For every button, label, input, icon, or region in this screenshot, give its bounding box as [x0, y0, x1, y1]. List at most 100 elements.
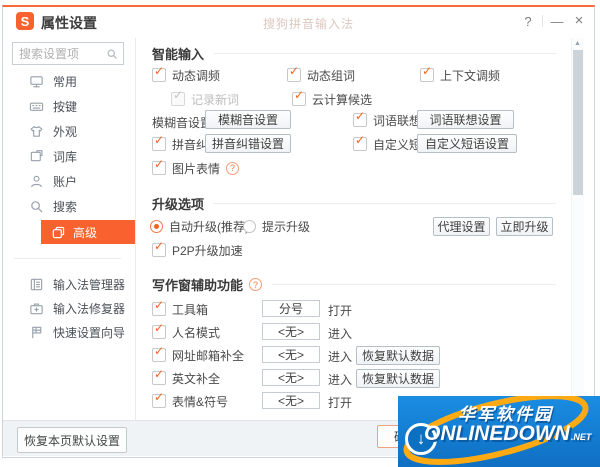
check-icon: ✓: [173, 88, 184, 102]
help-icon[interactable]: ?: [226, 161, 240, 175]
search-input[interactable]: [13, 46, 106, 61]
checkbox-label: 云计算候选: [312, 92, 373, 107]
check-icon: ✓: [154, 157, 165, 171]
checkbox-p2p-upgrade[interactable]: ✓ P2P升级加速: [152, 239, 243, 258]
hotkey-field-url-email[interactable]: <无>: [262, 346, 320, 363]
checkbox-box[interactable]: ✓: [287, 64, 301, 82]
hotkey-field-emoji[interactable]: <无>: [262, 392, 320, 409]
checkbox-label: 动态组词: [307, 68, 356, 83]
custom-phrase-settings-button[interactable]: 自定义短语设置: [417, 134, 517, 153]
section-rule: [272, 284, 556, 285]
checkbox-dynamic-word[interactable]: ✓ 动态组词: [287, 64, 356, 83]
sidebar-item-ime-manager[interactable]: 输入法管理器: [0, 272, 135, 296]
hotkey-field-english[interactable]: <无>: [262, 369, 320, 386]
checkbox-toolbox[interactable]: ✓ 工具箱: [152, 299, 208, 317]
checkbox-box[interactable]: ✓: [152, 391, 166, 408]
section-title: 智能输入: [152, 47, 205, 62]
checkbox-box[interactable]: ✓: [420, 65, 434, 82]
checkbox-context-freq[interactable]: ✓ 上下文调频: [420, 65, 501, 83]
checkbox-label: 词语联想: [373, 113, 422, 128]
section-writing-aids: 写作窗辅助功能 ?: [152, 275, 556, 294]
sidebar-item-ime-repair[interactable]: 输入法修复器: [0, 296, 135, 320]
checkbox-label: 动态调频: [172, 68, 221, 83]
scroll-up-icon[interactable]: ▲: [574, 40, 581, 47]
restore-defaults-button[interactable]: 恢复本页默认设置: [17, 427, 127, 453]
minimize-button[interactable]: —: [548, 12, 566, 30]
flag-icon: [29, 325, 44, 340]
sidebar-item-search[interactable]: 搜索: [0, 194, 135, 219]
fuzzy-settings-button[interactable]: 模糊音设置: [205, 110, 291, 129]
sidebar-item-label: 账户: [53, 175, 78, 189]
checkbox-box[interactable]: ✓: [292, 88, 306, 106]
section-rule: [214, 53, 556, 54]
section-title: 写作窗辅助功能: [152, 278, 244, 293]
dictionary-icon: [29, 149, 44, 164]
help-icon[interactable]: ?: [249, 278, 263, 291]
section-rule: [214, 203, 556, 204]
radio-prompt-upgrade[interactable]: 提示升级: [243, 219, 310, 234]
section-smart-input: 智能输入: [152, 44, 556, 63]
checkbox-box[interactable]: ✓: [152, 344, 166, 362]
checkbox-name-mode[interactable]: ✓ 人名模式: [152, 322, 220, 340]
watermark-brand-text: ONLINEDOWN: [424, 422, 570, 445]
sidebar-item-advanced[interactable]: 高级: [41, 220, 135, 244]
help-button[interactable]: ?: [519, 12, 537, 30]
manager-icon: [29, 277, 44, 292]
check-icon: ✓: [154, 239, 165, 253]
radio-icon[interactable]: [150, 219, 163, 233]
checkbox-label: 上下文调频: [440, 68, 501, 83]
radio-icon[interactable]: [243, 219, 256, 233]
hotkey-field-toolbox[interactable]: 分号: [262, 300, 320, 317]
check-icon: ✓: [154, 344, 165, 358]
checkbox-english-completion[interactable]: ✓ 英文补全: [152, 368, 221, 386]
sidebar-item-common[interactable]: 常用: [0, 69, 135, 94]
tshirt-icon: [29, 124, 44, 139]
checkbox-word-association[interactable]: ✓ 词语联想: [353, 110, 422, 128]
checkbox-record-new-words: ✓ 记录新词: [171, 88, 240, 107]
sidebar-item-label: 高级: [73, 225, 98, 240]
checkbox-picture-emoji[interactable]: ✓ 图片表情 ?: [152, 157, 240, 176]
sidebar-item-setup-wizard[interactable]: 快速设置向导: [0, 320, 135, 344]
association-settings-button[interactable]: 词语联想设置: [417, 110, 514, 129]
hotkey-field-name-mode[interactable]: <无>: [262, 323, 320, 340]
sidebar-item-keys[interactable]: 按键: [0, 94, 135, 119]
radio-label: 自动升级(推荐): [169, 219, 249, 234]
checkbox-label: 图片表情: [172, 161, 221, 176]
repair-icon: [29, 301, 44, 316]
settings-window: S 属性设置 搜狗拼音输入法 ? — × 常用 按键: [0, 0, 600, 467]
sidebar-item-lexicon[interactable]: 词库: [0, 144, 135, 169]
check-icon: ✓: [289, 64, 300, 78]
checkbox-label: 记录新词: [191, 92, 240, 107]
close-button[interactable]: ×: [570, 11, 588, 29]
checkbox-label: 英文补全: [172, 371, 221, 386]
sogou-logo-icon: S: [16, 12, 34, 30]
correction-settings-button[interactable]: 拼音纠错设置: [205, 134, 291, 153]
checkbox-cloud-candidates[interactable]: ✓ 云计算候选: [292, 88, 373, 107]
checkbox-box[interactable]: ✓: [353, 134, 367, 151]
checkbox-label: 网址邮箱补全: [172, 348, 245, 363]
checkbox-box[interactable]: ✓: [152, 134, 166, 151]
checkbox-box[interactable]: ✓: [152, 299, 166, 316]
scrollbar-thumb[interactable]: [573, 50, 583, 195]
checkbox-url-email-completion[interactable]: ✓ 网址邮箱补全: [152, 344, 245, 363]
sidebar-item-account[interactable]: 账户: [0, 169, 135, 194]
checkbox-label: 表情&符号: [172, 394, 229, 409]
restore-data-button[interactable]: 恢复默认数据: [356, 369, 440, 388]
upgrade-now-button[interactable]: 立即升级: [496, 217, 553, 236]
restore-data-button[interactable]: 恢复默认数据: [356, 346, 440, 365]
radio-auto-upgrade[interactable]: 自动升级(推荐): [150, 219, 249, 234]
checkbox-emoji-symbols[interactable]: ✓ 表情&符号: [152, 391, 229, 409]
checkbox-box[interactable]: ✓: [152, 157, 166, 175]
checkbox-box[interactable]: ✓: [152, 239, 166, 257]
checkbox-box[interactable]: ✓: [353, 110, 367, 127]
checkbox-box[interactable]: ✓: [152, 368, 166, 385]
checkbox-box: ✓: [171, 88, 185, 106]
checkbox-box[interactable]: ✓: [152, 322, 166, 339]
checkbox-label: P2P升级加速: [172, 243, 243, 258]
check-icon: ✓: [294, 88, 305, 102]
search-icon: [29, 199, 44, 214]
checkbox-dynamic-freq[interactable]: ✓ 动态调频: [152, 65, 221, 83]
proxy-settings-button[interactable]: 代理设置: [433, 217, 490, 236]
sidebar-item-appearance[interactable]: 外观: [0, 119, 135, 144]
checkbox-box[interactable]: ✓: [152, 65, 166, 82]
